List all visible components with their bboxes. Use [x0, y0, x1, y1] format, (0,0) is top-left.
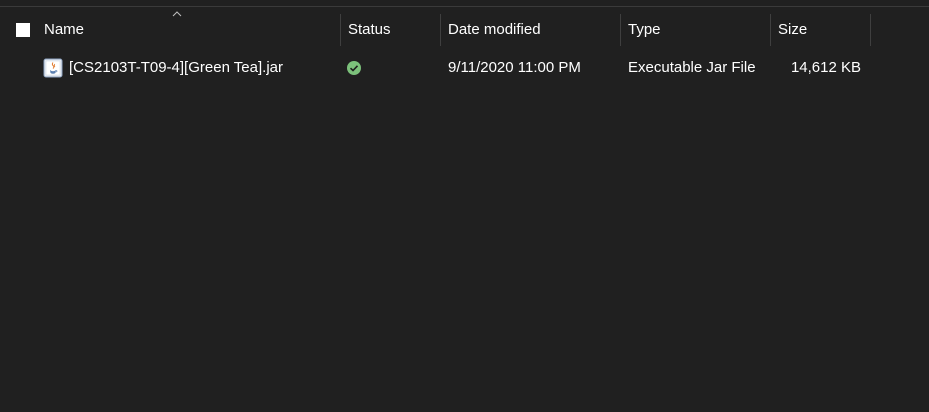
- column-header-type[interactable]: Type: [620, 14, 770, 46]
- file-name: [CS2103T-T09-4][Green Tea].jar: [69, 59, 283, 76]
- file-date-modified: 9/11/2020 11:00 PM: [448, 59, 581, 76]
- column-header-date-modified[interactable]: Date modified: [440, 14, 620, 46]
- column-separator[interactable]: [870, 14, 871, 46]
- file-size: 14,612 KB: [790, 59, 861, 76]
- column-header-status[interactable]: Status: [340, 14, 440, 46]
- column-header-row: Name Status Date modified Type Size: [0, 14, 929, 46]
- pane-top-border: [0, 6, 929, 7]
- java-jar-file-icon: [43, 58, 63, 78]
- column-header-name[interactable]: Name: [36, 14, 340, 46]
- file-list-pane: Name Status Date modified Type Size [CS2…: [0, 0, 929, 412]
- file-type: Executable Jar File: [628, 59, 756, 76]
- file-row[interactable]: [CS2103T-T09-4][Green Tea].jar 9/11/2020…: [0, 54, 929, 82]
- synced-check-icon: [347, 61, 361, 75]
- column-header-size[interactable]: Size: [770, 14, 870, 46]
